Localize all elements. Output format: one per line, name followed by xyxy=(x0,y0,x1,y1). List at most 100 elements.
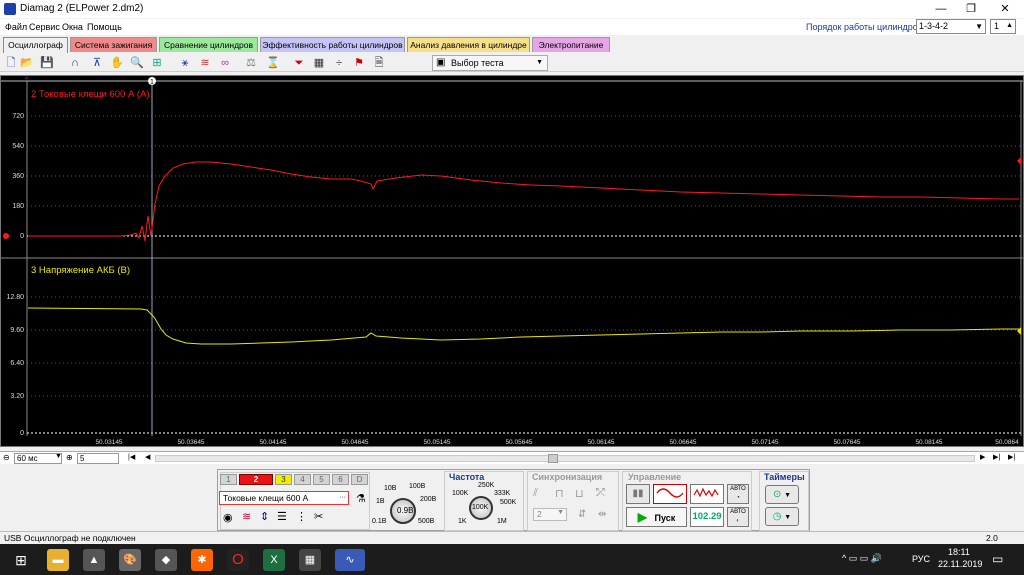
filter-icon[interactable]: ⏷ xyxy=(292,56,306,70)
zoom-icon[interactable]: 🔍 xyxy=(130,56,144,70)
page-button[interactable]: 4 xyxy=(294,474,311,485)
tab-cylinder-efficiency[interactable]: Эффективность работы цилиндров xyxy=(260,37,405,52)
sensor-field[interactable]: Токовые клещи 600 А ··· xyxy=(219,491,349,505)
scrollbar-thumb[interactable] xyxy=(548,454,558,463)
cylinder-spin[interactable]: 1 ▲ xyxy=(990,19,1016,34)
filter-list-icon[interactable]: ⋮ xyxy=(296,510,307,523)
new-file-icon[interactable]: 🗋 xyxy=(4,56,18,70)
invert-icon[interactable]: ◉ xyxy=(223,511,233,524)
sync-shift-icon[interactable]: ⇵ xyxy=(578,509,586,520)
measure-tool-icon[interactable]: ⊼ xyxy=(90,56,104,70)
prev-icon[interactable]: ◀ xyxy=(145,453,150,461)
clock-icon: ◷ xyxy=(772,511,782,522)
select-test-dropdown[interactable]: ▣ Выбор теста ▼ xyxy=(432,55,548,71)
rpm-display: 102.29 xyxy=(690,507,724,527)
close-button[interactable]: ✕ xyxy=(990,0,1020,18)
avast-icon[interactable]: ✱ xyxy=(191,549,213,571)
cylinder-order-select[interactable]: 1-3-4-2 ▼ xyxy=(916,19,986,34)
windows-start-icon[interactable]: ⊞ xyxy=(10,549,32,571)
weight-icon[interactable]: ⚖ xyxy=(244,56,258,70)
maximize-button[interactable]: ❐ xyxy=(956,0,986,18)
timer-clock-button[interactable]: ◷ ▼ xyxy=(765,507,799,526)
menu-service[interactable]: Сервис xyxy=(29,22,60,32)
divide-icon[interactable]: ÷ xyxy=(332,56,346,70)
sensor-value: Токовые клещи 600 А xyxy=(223,493,309,503)
timer-gauge-button[interactable]: ⊙ ▼ xyxy=(765,485,799,504)
frequency-mark: 500K xyxy=(500,499,517,506)
probe-icon[interactable]: ⚗ xyxy=(356,492,366,505)
ch2-level-marker[interactable] xyxy=(1017,327,1021,335)
minimize-button[interactable]: — xyxy=(926,0,956,18)
photos-icon[interactable]: ▲ xyxy=(83,549,105,571)
cursor-tool-icon[interactable]: ⚹ xyxy=(178,56,192,70)
divisions-select[interactable]: 5 xyxy=(77,453,119,464)
sine-mode-button[interactable] xyxy=(653,484,687,504)
tab-pressure-analysis[interactable]: Анализ давления в цилиндре xyxy=(407,37,530,52)
paint-icon[interactable]: 🎨 xyxy=(119,549,141,571)
next-icon[interactable]: ▶ xyxy=(980,453,985,461)
report-icon[interactable]: 🗎 xyxy=(372,56,386,70)
opera-icon[interactable]: O xyxy=(227,549,249,571)
tab-oscilloscope[interactable]: Осциллограф xyxy=(3,37,68,53)
file-explorer-icon[interactable]: ▬ xyxy=(47,549,69,571)
zoom-fit-icon[interactable]: ⊞ xyxy=(150,56,164,70)
ch2-trace xyxy=(27,307,1019,345)
page-button[interactable]: 5 xyxy=(313,474,330,485)
pause-button[interactable]: ▮▮ xyxy=(626,484,650,504)
arrows-updown-icon[interactable]: ⇕ xyxy=(260,510,269,523)
hand-pan-icon[interactable]: ✋ xyxy=(110,56,124,70)
lines-icon[interactable]: ☰ xyxy=(277,510,287,523)
ch1-tick: 540 xyxy=(12,143,24,150)
tray-icons[interactable]: ^ ▭ ▭ 🔊 xyxy=(842,553,882,564)
scope-scrollbar[interactable] xyxy=(155,454,975,463)
tab-ignition[interactable]: Система зажигания xyxy=(70,37,157,52)
page-button[interactable]: 1 xyxy=(220,474,237,485)
start-button[interactable]: ▶ Пуск xyxy=(626,507,687,527)
open-folder-icon[interactable]: 📂 xyxy=(20,56,34,70)
flag-icon[interactable]: ⚑ xyxy=(352,56,366,70)
menu-windows[interactable]: Окна xyxy=(62,22,83,32)
calculator-icon[interactable]: ▦ xyxy=(299,549,321,571)
sync-level-icon[interactable]: ⊔ xyxy=(575,487,584,500)
grid-icon[interactable]: ▦ xyxy=(312,56,326,70)
excel-icon[interactable]: X xyxy=(263,549,285,571)
last-icon[interactable]: ▶| xyxy=(993,453,1000,461)
auto-button[interactable]: АВТО ◔ xyxy=(727,484,749,504)
tools-icon[interactable]: ✂ xyxy=(314,510,323,523)
auto-scale-button[interactable]: АВТО ◐ xyxy=(727,507,749,527)
overlay-icon[interactable]: ≋ xyxy=(198,56,212,70)
wave-tool-icon[interactable]: ∩ xyxy=(68,56,82,70)
ch1-zero-marker[interactable] xyxy=(3,233,9,239)
page-button[interactable]: 6 xyxy=(332,474,349,485)
more-icon[interactable]: ··· xyxy=(339,492,346,504)
first-icon[interactable]: |◀ xyxy=(128,453,135,461)
zoom-out-icon[interactable]: ⊖ xyxy=(3,453,10,462)
sync-edge-rise-icon[interactable]: ⫽ xyxy=(533,487,538,500)
page-button-extra[interactable]: D xyxy=(351,474,368,485)
tab-power-supply[interactable]: Электропитание xyxy=(532,37,610,52)
eraser-icon[interactable]: ◆ xyxy=(155,549,177,571)
ch1-level-marker[interactable] xyxy=(1017,157,1021,165)
sync-channel-select[interactable]: 2 ▼ xyxy=(533,508,567,521)
auto-scale-label: АВТО xyxy=(730,509,746,515)
page-button[interactable]: 3 xyxy=(275,474,292,485)
sync-ext-icon[interactable]: ⤱ xyxy=(596,487,605,500)
diamag-taskbar-icon[interactable]: ∿ xyxy=(335,549,365,571)
ch1-trace xyxy=(28,161,1019,242)
noise-mode-button[interactable] xyxy=(690,484,724,504)
scope-navigation: ⊖ 60 мс ▼ ⊕ 5 |◀ ◀ ▶ ▶| ▶| xyxy=(0,451,1024,464)
menu-help[interactable]: Помощь xyxy=(87,22,122,32)
notification-icon[interactable]: ▭ xyxy=(992,552,1003,566)
page-button-active[interactable]: 2 xyxy=(239,474,273,485)
menu-file[interactable]: Файл xyxy=(5,22,27,32)
save-icon[interactable]: 💾 xyxy=(40,56,54,70)
wave-icon[interactable]: ≋ xyxy=(242,510,251,523)
end-icon[interactable]: ▶| xyxy=(1008,453,1015,461)
tab-cylinder-compare[interactable]: Сравнение цилиндров xyxy=(159,37,258,52)
lissajous-icon[interactable]: ∞ xyxy=(218,56,232,70)
ch1-tick: 180 xyxy=(12,203,24,210)
sync-edge-fall-icon[interactable]: ⊓ xyxy=(555,487,564,500)
language-indicator[interactable]: РУС xyxy=(912,554,930,564)
sync-move-icon[interactable]: ⇹ xyxy=(598,509,606,520)
oscilloscope-display[interactable]: 1 2 Токовые клещи 600 А (A) 3 Напряжение… xyxy=(0,75,1024,447)
